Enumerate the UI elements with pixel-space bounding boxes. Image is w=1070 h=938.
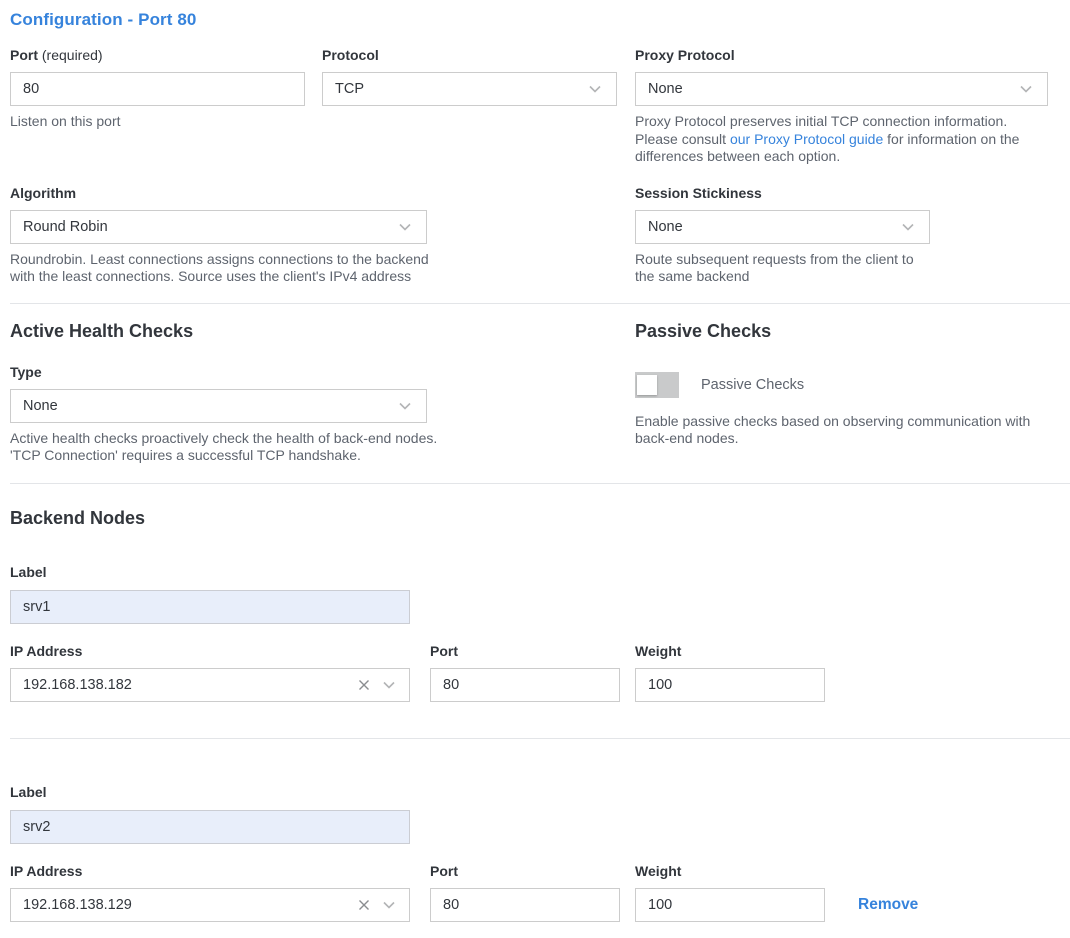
health-check-type-label: Type [10, 364, 450, 381]
node-divider [10, 738, 1070, 739]
algorithm-field-group: Algorithm Round Robin Roundrobin. Least … [10, 185, 455, 286]
node-label-input[interactable] [10, 590, 410, 624]
health-checks-row: Active Health Checks Type None Active he… [10, 320, 1048, 465]
remove-node-button[interactable]: Remove [858, 896, 918, 914]
node-label-input[interactable] [10, 810, 410, 844]
session-stickiness-value: None [648, 219, 683, 235]
node-ip-label: IP Address [10, 863, 410, 880]
chevron-down-icon [396, 397, 414, 415]
passive-checks-heading: Passive Checks [635, 320, 1048, 342]
algorithm-stickiness-row: Algorithm Round Robin Roundrobin. Least … [10, 185, 1048, 286]
nodebalancer-config-panel: Configuration - Port 80 Port (required) … [0, 0, 1070, 922]
node-ip-input[interactable] [10, 668, 410, 702]
toggle-knob [637, 375, 657, 395]
node-weight-label: Weight [635, 863, 825, 880]
chevron-down-icon[interactable] [380, 676, 398, 694]
node-port-group: Port [430, 863, 620, 922]
node-weight-input[interactable] [635, 888, 825, 922]
session-stickiness-label: Session Stickiness [635, 185, 930, 202]
node-ip-combobox [10, 888, 410, 922]
node-weight-label: Weight [635, 643, 825, 660]
chevron-down-icon [586, 80, 604, 98]
node-remove-group: Remove [858, 888, 918, 922]
port-input[interactable] [10, 72, 305, 106]
node-ip-group: IP Address [10, 863, 410, 922]
chevron-down-icon [1017, 80, 1035, 98]
passive-checks-toggle-label: Passive Checks [701, 377, 804, 393]
port-required-suffix: (required) [38, 47, 103, 63]
algorithm-select[interactable]: Round Robin [10, 210, 427, 244]
backend-nodes-heading: Backend Nodes [10, 507, 1048, 529]
active-health-checks-heading: Active Health Checks [10, 320, 450, 342]
node-port-input[interactable] [430, 668, 620, 702]
health-check-type-value: None [23, 398, 58, 414]
proxy-protocol-label: Proxy Protocol [635, 47, 1048, 64]
clear-icon[interactable] [356, 677, 372, 693]
protocol-label: Protocol [322, 47, 617, 64]
session-stickiness-select[interactable]: None [635, 210, 930, 244]
node-address-row: IP Address Port Weight [10, 643, 1048, 702]
session-stickiness-field-group: Session Stickiness None Route subsequent… [635, 185, 930, 286]
node-label-group: Label [10, 784, 1048, 844]
node-port-label: Port [430, 863, 620, 880]
protocol-value: TCP [335, 81, 364, 97]
protocol-field-group: Protocol TCP [322, 47, 617, 106]
chevron-down-icon [899, 218, 917, 236]
port-field-group: Port (required) Listen on this port [10, 47, 305, 131]
node-weight-input[interactable] [635, 668, 825, 702]
proxy-protocol-select[interactable]: None [635, 72, 1048, 106]
node-weight-group: Weight [635, 643, 825, 702]
node-label-label: Label [10, 784, 1048, 801]
health-check-type-select[interactable]: None [10, 389, 427, 423]
health-check-type-helper: Active health checks proactively check t… [10, 430, 450, 465]
node-address-row: IP Address Port Weight Remove [10, 863, 1048, 922]
health-check-type-group: Type None Active health checks proactive… [10, 364, 450, 465]
port-helper: Listen on this port [10, 113, 305, 131]
node-port-label: Port [430, 643, 620, 660]
passive-checks-toggle-row: Passive Checks [635, 372, 1048, 398]
port-protocol-row: Port (required) Listen on this port Prot… [10, 47, 1048, 166]
node-ip-input[interactable] [10, 888, 410, 922]
node-label-group: Label [10, 564, 1048, 624]
node-port-input[interactable] [430, 888, 620, 922]
node-label-label: Label [10, 564, 1048, 581]
passive-checks-toggle[interactable] [635, 372, 679, 398]
backend-node-block: Label IP Address Port Weight Remo [10, 784, 1048, 922]
proxy-protocol-helper: Proxy Protocol preserves initial TCP con… [635, 113, 1048, 166]
protocol-select[interactable]: TCP [322, 72, 617, 106]
page-title: Configuration - Port 80 [10, 10, 1048, 30]
passive-checks-helper: Enable passive checks based on observing… [635, 413, 1048, 448]
node-ip-combobox [10, 668, 410, 702]
proxy-protocol-field-group: Proxy Protocol None Proxy Protocol prese… [635, 47, 1048, 166]
clear-icon[interactable] [356, 897, 372, 913]
backend-node-block: Label IP Address Port Weight [10, 564, 1048, 702]
passive-checks-section: Passive Checks Passive Checks Enable pas… [635, 320, 1048, 448]
section-divider [10, 483, 1070, 484]
chevron-down-icon [396, 218, 414, 236]
node-ip-label: IP Address [10, 643, 410, 660]
node-ip-group: IP Address [10, 643, 410, 702]
session-stickiness-helper: Route subsequent requests from the clien… [635, 251, 930, 286]
port-label: Port (required) [10, 47, 305, 64]
active-health-checks-section: Active Health Checks Type None Active he… [10, 320, 450, 465]
proxy-protocol-guide-link[interactable]: our Proxy Protocol guide [730, 131, 883, 147]
port-label-text: Port [10, 47, 38, 63]
section-divider [10, 303, 1070, 304]
chevron-down-icon[interactable] [380, 896, 398, 914]
node-weight-group: Weight [635, 863, 825, 922]
algorithm-helper: Roundrobin. Least connections assigns co… [10, 251, 455, 286]
proxy-protocol-value: None [648, 81, 683, 97]
algorithm-value: Round Robin [23, 219, 108, 235]
algorithm-label: Algorithm [10, 185, 455, 202]
node-port-group: Port [430, 643, 620, 702]
